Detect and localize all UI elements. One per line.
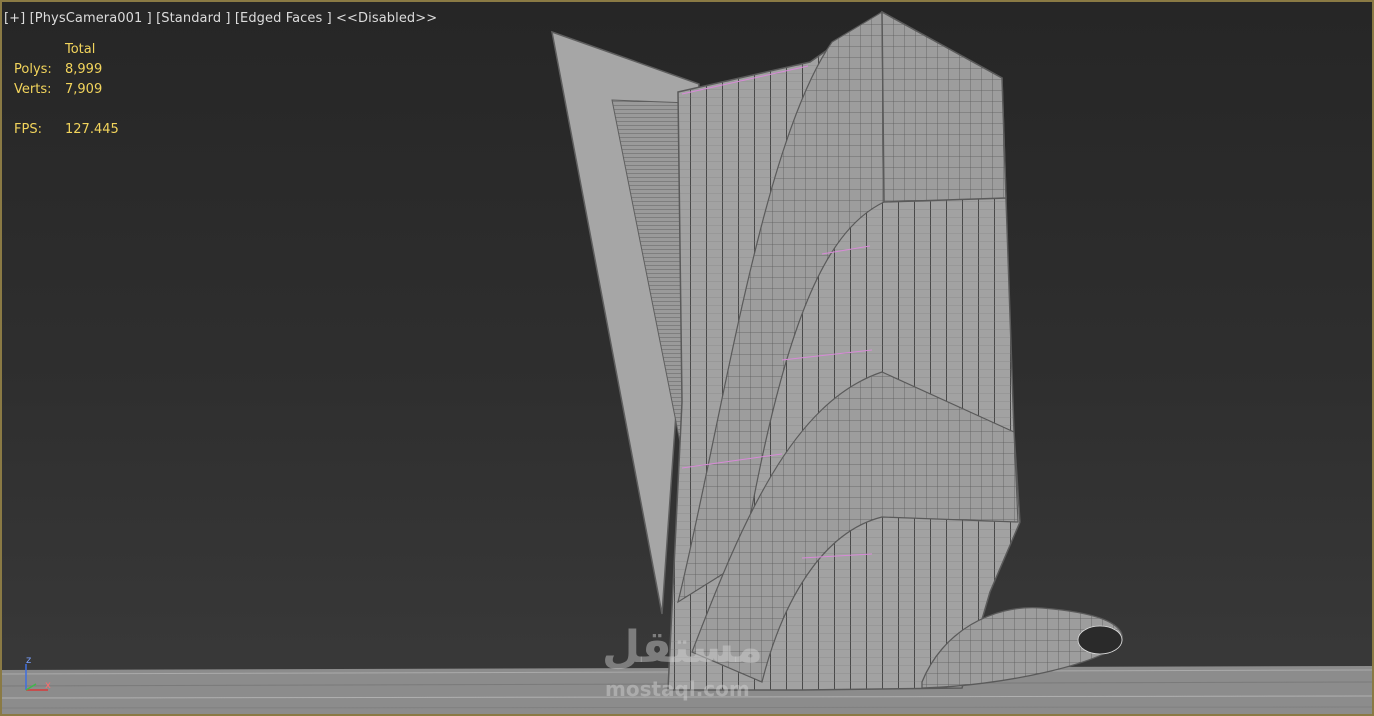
watermark-arabic: مستقل	[602, 622, 763, 673]
verts-label: Verts:	[14, 82, 52, 97]
edged-faces-selector[interactable]: [Edged Faces ]	[235, 11, 332, 26]
axis-gizmo-icon: z x	[25, 655, 51, 691]
shading-selector[interactable]: [Standard ]	[156, 11, 231, 26]
viewport-menu-button[interactable]: [+]	[4, 11, 25, 26]
axis-x-label: x	[45, 680, 51, 691]
fps-value: 127.445	[65, 122, 119, 137]
statistics-overlay: Total Polys: 8,999 Verts: 7,909 FPS: 127.44…	[14, 40, 119, 140]
viewport-label: [+] [PhysCamera001 ] [Standard ] [Edged …	[4, 11, 437, 26]
upper-box	[881, 10, 1007, 203]
stats-header: Total	[65, 42, 96, 57]
3d-viewport[interactable]: [+] [PhysCamera001 ] [Standard ] [Edged …	[0, 0, 1374, 716]
fps-label: FPS:	[14, 122, 42, 137]
axis-z-label: z	[26, 655, 31, 666]
verts-value: 7,909	[65, 82, 103, 97]
camera-selector[interactable]: [PhysCamera001 ]	[30, 11, 152, 26]
polys-value: 8,999	[65, 62, 103, 77]
scene-render[interactable]	[2, 2, 1374, 716]
polys-label: Polys:	[14, 62, 52, 77]
disabled-indicator[interactable]: <<Disabled>>	[336, 11, 437, 26]
watermark-latin: mostaql.com	[605, 677, 750, 701]
canopy-opening	[1077, 625, 1123, 655]
